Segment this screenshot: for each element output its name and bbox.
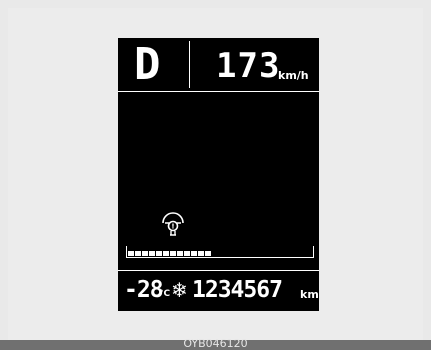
fuel-level-cells [128, 251, 211, 256]
lcd-display: D 173 km/h ! -28 °C ❄ 1234567 km [118, 38, 319, 311]
fuel-level-cell [128, 251, 134, 256]
speed-unit: km/h [278, 69, 309, 82]
odometer-unit: km [300, 288, 319, 301]
fuel-level-cell [156, 251, 162, 256]
fuel-level-cell [205, 251, 211, 256]
fuel-level-cell [149, 251, 155, 256]
bottom-divider [118, 270, 319, 271]
fuel-level-cell [191, 251, 197, 256]
temperature-unit: °C [159, 289, 171, 299]
fuel-level-cell [177, 251, 183, 256]
fuel-level-cell [135, 251, 141, 256]
gear-indicator: D [134, 39, 161, 90]
svg-text:!: ! [171, 223, 174, 231]
fuel-level-cell [163, 251, 169, 256]
snowflake-icon: ❄ [171, 278, 188, 302]
power-steering-warning-icon: ! [162, 212, 184, 236]
odometer-readout: 1234567 [192, 277, 283, 303]
fuel-level-cell [198, 251, 204, 256]
outside-temperature: -28 [124, 277, 164, 303]
figure-caption: OYB046120 [183, 337, 248, 350]
fuel-level-cell [142, 251, 148, 256]
fuel-level-cell [170, 251, 176, 256]
fuel-level-bar [126, 246, 314, 259]
speed-readout: 173 [216, 46, 281, 86]
vertical-divider [189, 41, 190, 88]
top-divider [118, 91, 319, 92]
fuel-level-cell [184, 251, 190, 256]
